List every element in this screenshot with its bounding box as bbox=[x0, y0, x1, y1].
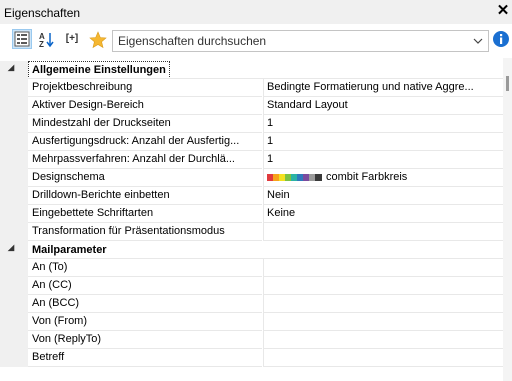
property-name: An (To) bbox=[28, 259, 262, 277]
property-row[interactable]: An (To) bbox=[0, 259, 503, 277]
search-input[interactable]: Eigenschaften durchsuchen bbox=[118, 34, 266, 48]
title-bar: Eigenschaften ✕ bbox=[0, 0, 512, 24]
property-value[interactable] bbox=[263, 295, 503, 313]
property-name: Von (From) bbox=[28, 313, 262, 331]
property-value[interactable] bbox=[263, 331, 503, 349]
categorized-view-icon[interactable] bbox=[12, 29, 32, 49]
property-value[interactable]: Nein bbox=[263, 187, 503, 205]
property-name: Transformation für Präsentationsmodus bbox=[28, 223, 262, 241]
property-row[interactable]: Aktiver Design-Bereich Standard Layout bbox=[0, 97, 503, 115]
close-icon[interactable]: ✕ bbox=[495, 3, 511, 19]
property-name: Betreff bbox=[28, 349, 262, 367]
swatch bbox=[315, 174, 322, 181]
property-value: combit Farbkreis bbox=[326, 171, 408, 183]
property-name: Aktiver Design-Bereich bbox=[28, 97, 262, 115]
property-grid: ◢ Allgemeine Einstellungen Projektbeschr… bbox=[0, 58, 503, 381]
category-row[interactable]: ◢ Mailparameter bbox=[0, 241, 503, 259]
favorites-star-icon[interactable] bbox=[87, 29, 107, 49]
property-value[interactable]: 1 bbox=[263, 115, 503, 133]
expand-all-button[interactable]: [+] bbox=[60, 29, 84, 49]
property-row[interactable]: Drilldown-Berichte einbetten Nein bbox=[0, 187, 503, 205]
property-row[interactable]: An (BCC) bbox=[0, 295, 503, 313]
category-label: Mailparameter bbox=[32, 244, 107, 256]
design-scheme-value[interactable]: combit Farbkreis bbox=[263, 169, 503, 187]
property-row[interactable]: Von (ReplyTo) bbox=[0, 331, 503, 349]
property-row[interactable]: Betreff bbox=[0, 349, 503, 367]
toolbar: A Z [+] Eigenschaften durchsuchen bbox=[0, 24, 512, 56]
property-row[interactable]: Transformation für Präsentationsmodus bbox=[0, 223, 503, 241]
property-value[interactable] bbox=[263, 223, 503, 241]
property-value[interactable]: 1 bbox=[263, 133, 503, 151]
property-row[interactable]: Von (From) bbox=[0, 313, 503, 331]
property-search-field[interactable]: Eigenschaften durchsuchen bbox=[112, 30, 489, 52]
property-name: Mindestzahl der Druckseiten bbox=[28, 115, 262, 133]
property-value[interactable] bbox=[263, 259, 503, 277]
property-value[interactable]: Standard Layout bbox=[263, 97, 503, 115]
sort-alphabetical-icon[interactable]: A Z bbox=[36, 29, 56, 49]
chevron-down-icon[interactable] bbox=[472, 34, 484, 48]
category-row[interactable]: ◢ Allgemeine Einstellungen bbox=[0, 61, 503, 79]
scrollbar-thumb[interactable] bbox=[506, 76, 509, 91]
property-row[interactable]: Ausfertigungsdruck: Anzahl der Ausfertig… bbox=[0, 133, 503, 151]
property-row[interactable]: Designschema combit Farbkreis bbox=[0, 169, 503, 187]
property-value[interactable]: Keine bbox=[263, 205, 503, 223]
property-row[interactable]: Eingebettete Schriftarten Keine bbox=[0, 205, 503, 223]
collapse-triangle-icon[interactable]: ◢ bbox=[8, 63, 14, 72]
property-value[interactable] bbox=[263, 277, 503, 295]
property-name: Ausfertigungsdruck: Anzahl der Ausfertig… bbox=[28, 133, 262, 151]
property-name: Mehrpassverfahren: Anzahl der Durchlä... bbox=[28, 151, 262, 169]
category-label: Allgemeine Einstellungen bbox=[28, 61, 170, 79]
property-name: An (BCC) bbox=[28, 295, 262, 313]
property-row[interactable]: Mindestzahl der Druckseiten 1 bbox=[0, 115, 503, 133]
property-row[interactable]: Mehrpassverfahren: Anzahl der Durchlä...… bbox=[0, 151, 503, 169]
property-name: Projektbeschreibung bbox=[28, 79, 262, 97]
property-row[interactable]: Projektbeschreibung Bedingte Formatierun… bbox=[0, 79, 503, 97]
vertical-scrollbar[interactable] bbox=[503, 58, 512, 381]
panel-title: Eigenschaften bbox=[4, 6, 81, 20]
property-value[interactable]: Bedingte Formatierung und native Aggre..… bbox=[263, 79, 503, 97]
collapse-triangle-icon[interactable]: ◢ bbox=[8, 243, 14, 252]
svg-text:Z: Z bbox=[39, 40, 44, 49]
property-name: Designschema bbox=[28, 169, 262, 187]
property-value[interactable] bbox=[263, 349, 503, 367]
property-value[interactable]: 1 bbox=[263, 151, 503, 169]
property-name: Eingebettete Schriftarten bbox=[28, 205, 262, 223]
property-name: Drilldown-Berichte einbetten bbox=[28, 187, 262, 205]
property-name: Von (ReplyTo) bbox=[28, 331, 262, 349]
property-value[interactable] bbox=[263, 313, 503, 331]
property-name: An (CC) bbox=[28, 277, 262, 295]
property-row[interactable]: An (CC) bbox=[0, 277, 503, 295]
info-icon[interactable] bbox=[490, 28, 512, 52]
